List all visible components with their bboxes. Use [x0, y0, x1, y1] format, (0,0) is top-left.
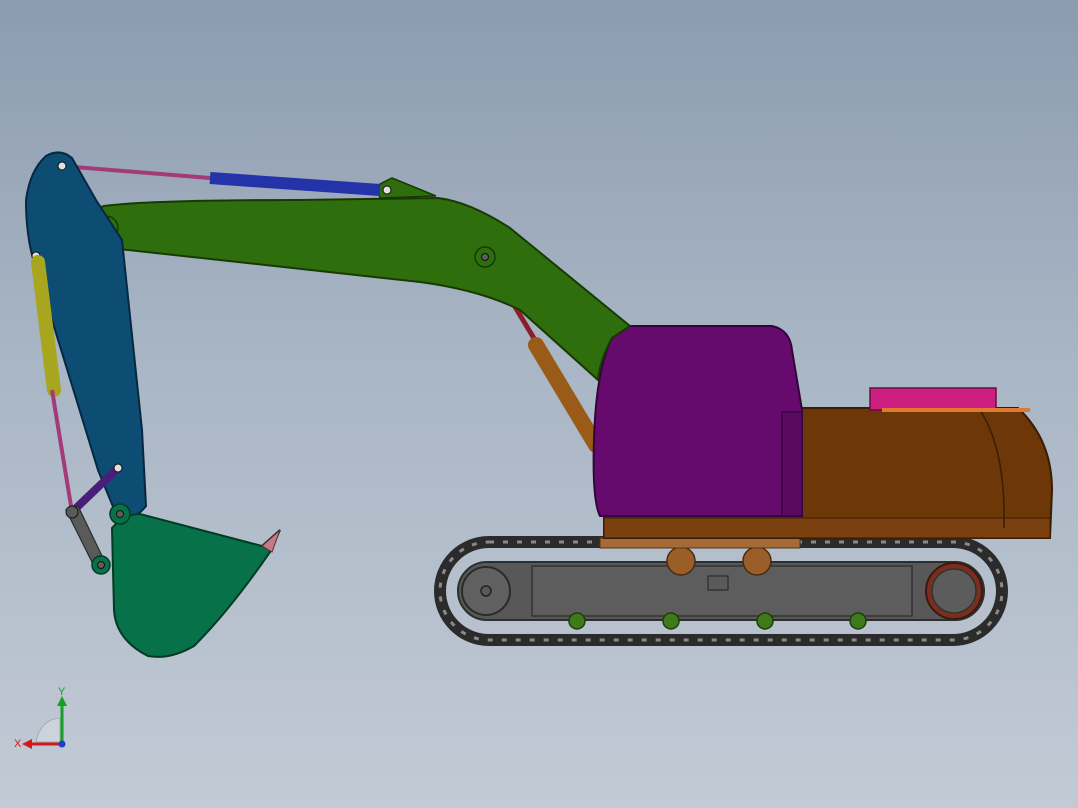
z-axis-dot-icon [58, 740, 66, 748]
excavator-model[interactable] [0, 0, 1078, 808]
swing-bearing [599, 537, 801, 549]
engine-cover-rim [882, 408, 1030, 412]
excavator-boom[interactable] [86, 177, 632, 383]
y-axis-label: Y [58, 686, 66, 698]
pin [65, 505, 79, 519]
cad-viewport[interactable]: Y X [0, 0, 1078, 808]
carrier-roller [666, 546, 696, 576]
triad-plane-icon [35, 717, 61, 743]
pin [116, 510, 124, 518]
track-roller [662, 612, 680, 630]
idler-hub [480, 585, 492, 597]
track-roller [568, 612, 586, 630]
arm-cylinder-barrel [209, 172, 381, 196]
pin [382, 185, 392, 195]
bucket-shell [110, 512, 281, 658]
bucket-cylinder-rod [50, 389, 74, 513]
cab[interactable] [592, 325, 803, 517]
pin [481, 253, 489, 261]
pin [97, 561, 105, 569]
track-roller [756, 612, 774, 630]
engine-cover [869, 387, 997, 411]
pin [113, 463, 123, 473]
x-axis-head-icon [22, 739, 32, 749]
cab-body [592, 325, 803, 517]
track-roller [849, 612, 867, 630]
sprocket-hub [931, 568, 977, 614]
coordinate-triad[interactable]: Y X [10, 684, 80, 754]
frame-plate [707, 575, 729, 591]
carrier-roller [742, 546, 772, 576]
excavator-bucket[interactable] [91, 503, 281, 658]
arm-cylinder[interactable] [61, 164, 381, 196]
cab-door [781, 411, 803, 517]
crawler-track[interactable] [434, 536, 1008, 646]
track-frame-center [531, 565, 913, 617]
x-axis-label: X [14, 738, 22, 750]
pin [57, 161, 67, 171]
upper-body-base [603, 517, 1051, 539]
arm-cylinder-rod [61, 164, 211, 180]
